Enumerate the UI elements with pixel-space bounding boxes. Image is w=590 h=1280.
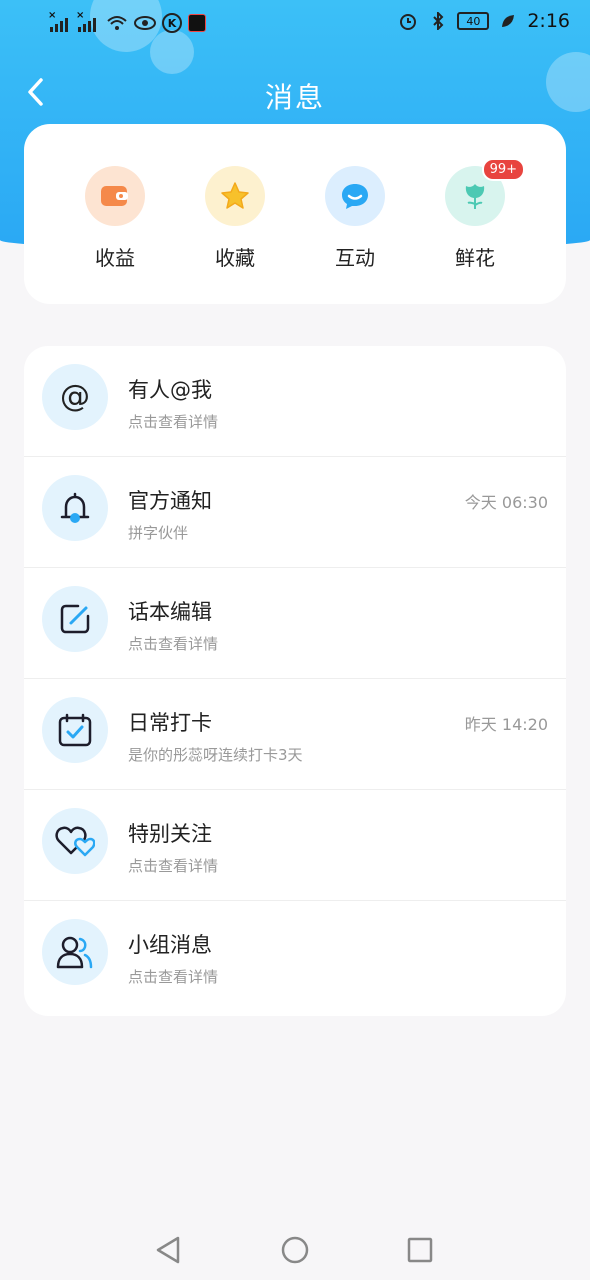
item-title: 话本编辑 xyxy=(128,600,212,624)
category-label: 鲜花 xyxy=(455,246,495,270)
list-item-daily-checkin[interactable]: 日常打卡 是你的彤蕊呀连续打卡3天 昨天 14:20 xyxy=(24,679,566,790)
bluetooth-icon xyxy=(427,10,449,32)
category-label: 收藏 xyxy=(215,246,255,270)
system-nav-bar xyxy=(0,1210,590,1280)
hearts-icon xyxy=(42,808,108,874)
calendar-check-icon xyxy=(42,697,108,763)
item-subtitle: 点击查看详情 xyxy=(128,413,219,431)
nav-back-button[interactable] xyxy=(152,1234,184,1266)
alarm-icon xyxy=(397,10,419,32)
list-item-special-follow[interactable]: 特别关注 点击查看详情 xyxy=(24,790,566,901)
bell-icon xyxy=(42,475,108,541)
item-subtitle: 拼字伙伴 xyxy=(128,524,189,542)
category-label: 收益 xyxy=(95,246,135,270)
circle-home-icon xyxy=(281,1236,309,1264)
square-recents-icon xyxy=(407,1237,433,1263)
status-time: 2:16 xyxy=(527,10,570,32)
list-item-story-editor[interactable]: 话本编辑 点击查看详情 xyxy=(24,568,566,679)
item-title: 有人@我 xyxy=(128,378,212,402)
item-subtitle: 点击查看详情 xyxy=(128,635,219,653)
item-subtitle: 点击查看详情 xyxy=(128,857,219,875)
star-icon xyxy=(205,166,265,226)
eye-icon xyxy=(134,12,156,34)
list-item-mentions[interactable]: @ 有人@我 点击查看详情 xyxy=(24,346,566,457)
item-title: 小组消息 xyxy=(128,933,212,957)
flower-icon: 99+ xyxy=(445,158,525,226)
nav-home-button[interactable] xyxy=(279,1234,311,1266)
screen-record-icon xyxy=(188,14,206,32)
signal-icon: × xyxy=(76,10,100,32)
leaf-icon xyxy=(497,10,519,32)
notification-badge: 99+ xyxy=(481,158,525,181)
list-item-official-notice[interactable]: 官方通知 拼字伙伴 今天 06:30 xyxy=(24,457,566,568)
page-title: 消息 xyxy=(264,81,325,114)
item-time: 今天 06:30 xyxy=(464,493,548,512)
svg-text:@: @ xyxy=(60,380,90,414)
chat-bubble-icon xyxy=(325,166,385,226)
nav-bar: 消息 xyxy=(0,66,590,120)
wifi-icon xyxy=(106,12,128,34)
item-time: 昨天 14:20 xyxy=(464,715,548,734)
signal-icon: × xyxy=(48,10,72,32)
category-label: 互动 xyxy=(335,246,375,270)
k-app-icon: K xyxy=(162,13,182,33)
status-bar: × × K 40 2:16 xyxy=(0,0,590,46)
category-flowers[interactable]: 99+ 鲜花 xyxy=(415,158,535,271)
triangle-back-icon xyxy=(156,1236,180,1264)
nav-recents-button[interactable] xyxy=(404,1234,436,1266)
wallet-icon xyxy=(85,166,145,226)
item-subtitle: 是你的彤蕊呀连续打卡3天 xyxy=(128,746,303,764)
category-interactions[interactable]: 互动 xyxy=(295,166,415,271)
message-list: @ 有人@我 点击查看详情 官方通知 拼字伙伴 今天 06:30 话本编辑 点击… xyxy=(24,346,566,1016)
group-icon xyxy=(42,919,108,985)
item-title: 特别关注 xyxy=(128,822,212,846)
battery-indicator: 40 xyxy=(457,12,490,30)
category-earnings[interactable]: 收益 xyxy=(55,166,175,271)
list-item-group-messages[interactable]: 小组消息 点击查看详情 xyxy=(24,901,566,1012)
item-title: 日常打卡 xyxy=(128,711,212,735)
edit-icon xyxy=(42,586,108,652)
at-icon: @ xyxy=(42,364,108,430)
item-subtitle: 点击查看详情 xyxy=(128,968,219,986)
item-title: 官方通知 xyxy=(128,489,212,513)
category-card: 收益 收藏 互动 99+ 鲜花 xyxy=(24,124,566,304)
category-favorites[interactable]: 收藏 xyxy=(175,166,295,271)
